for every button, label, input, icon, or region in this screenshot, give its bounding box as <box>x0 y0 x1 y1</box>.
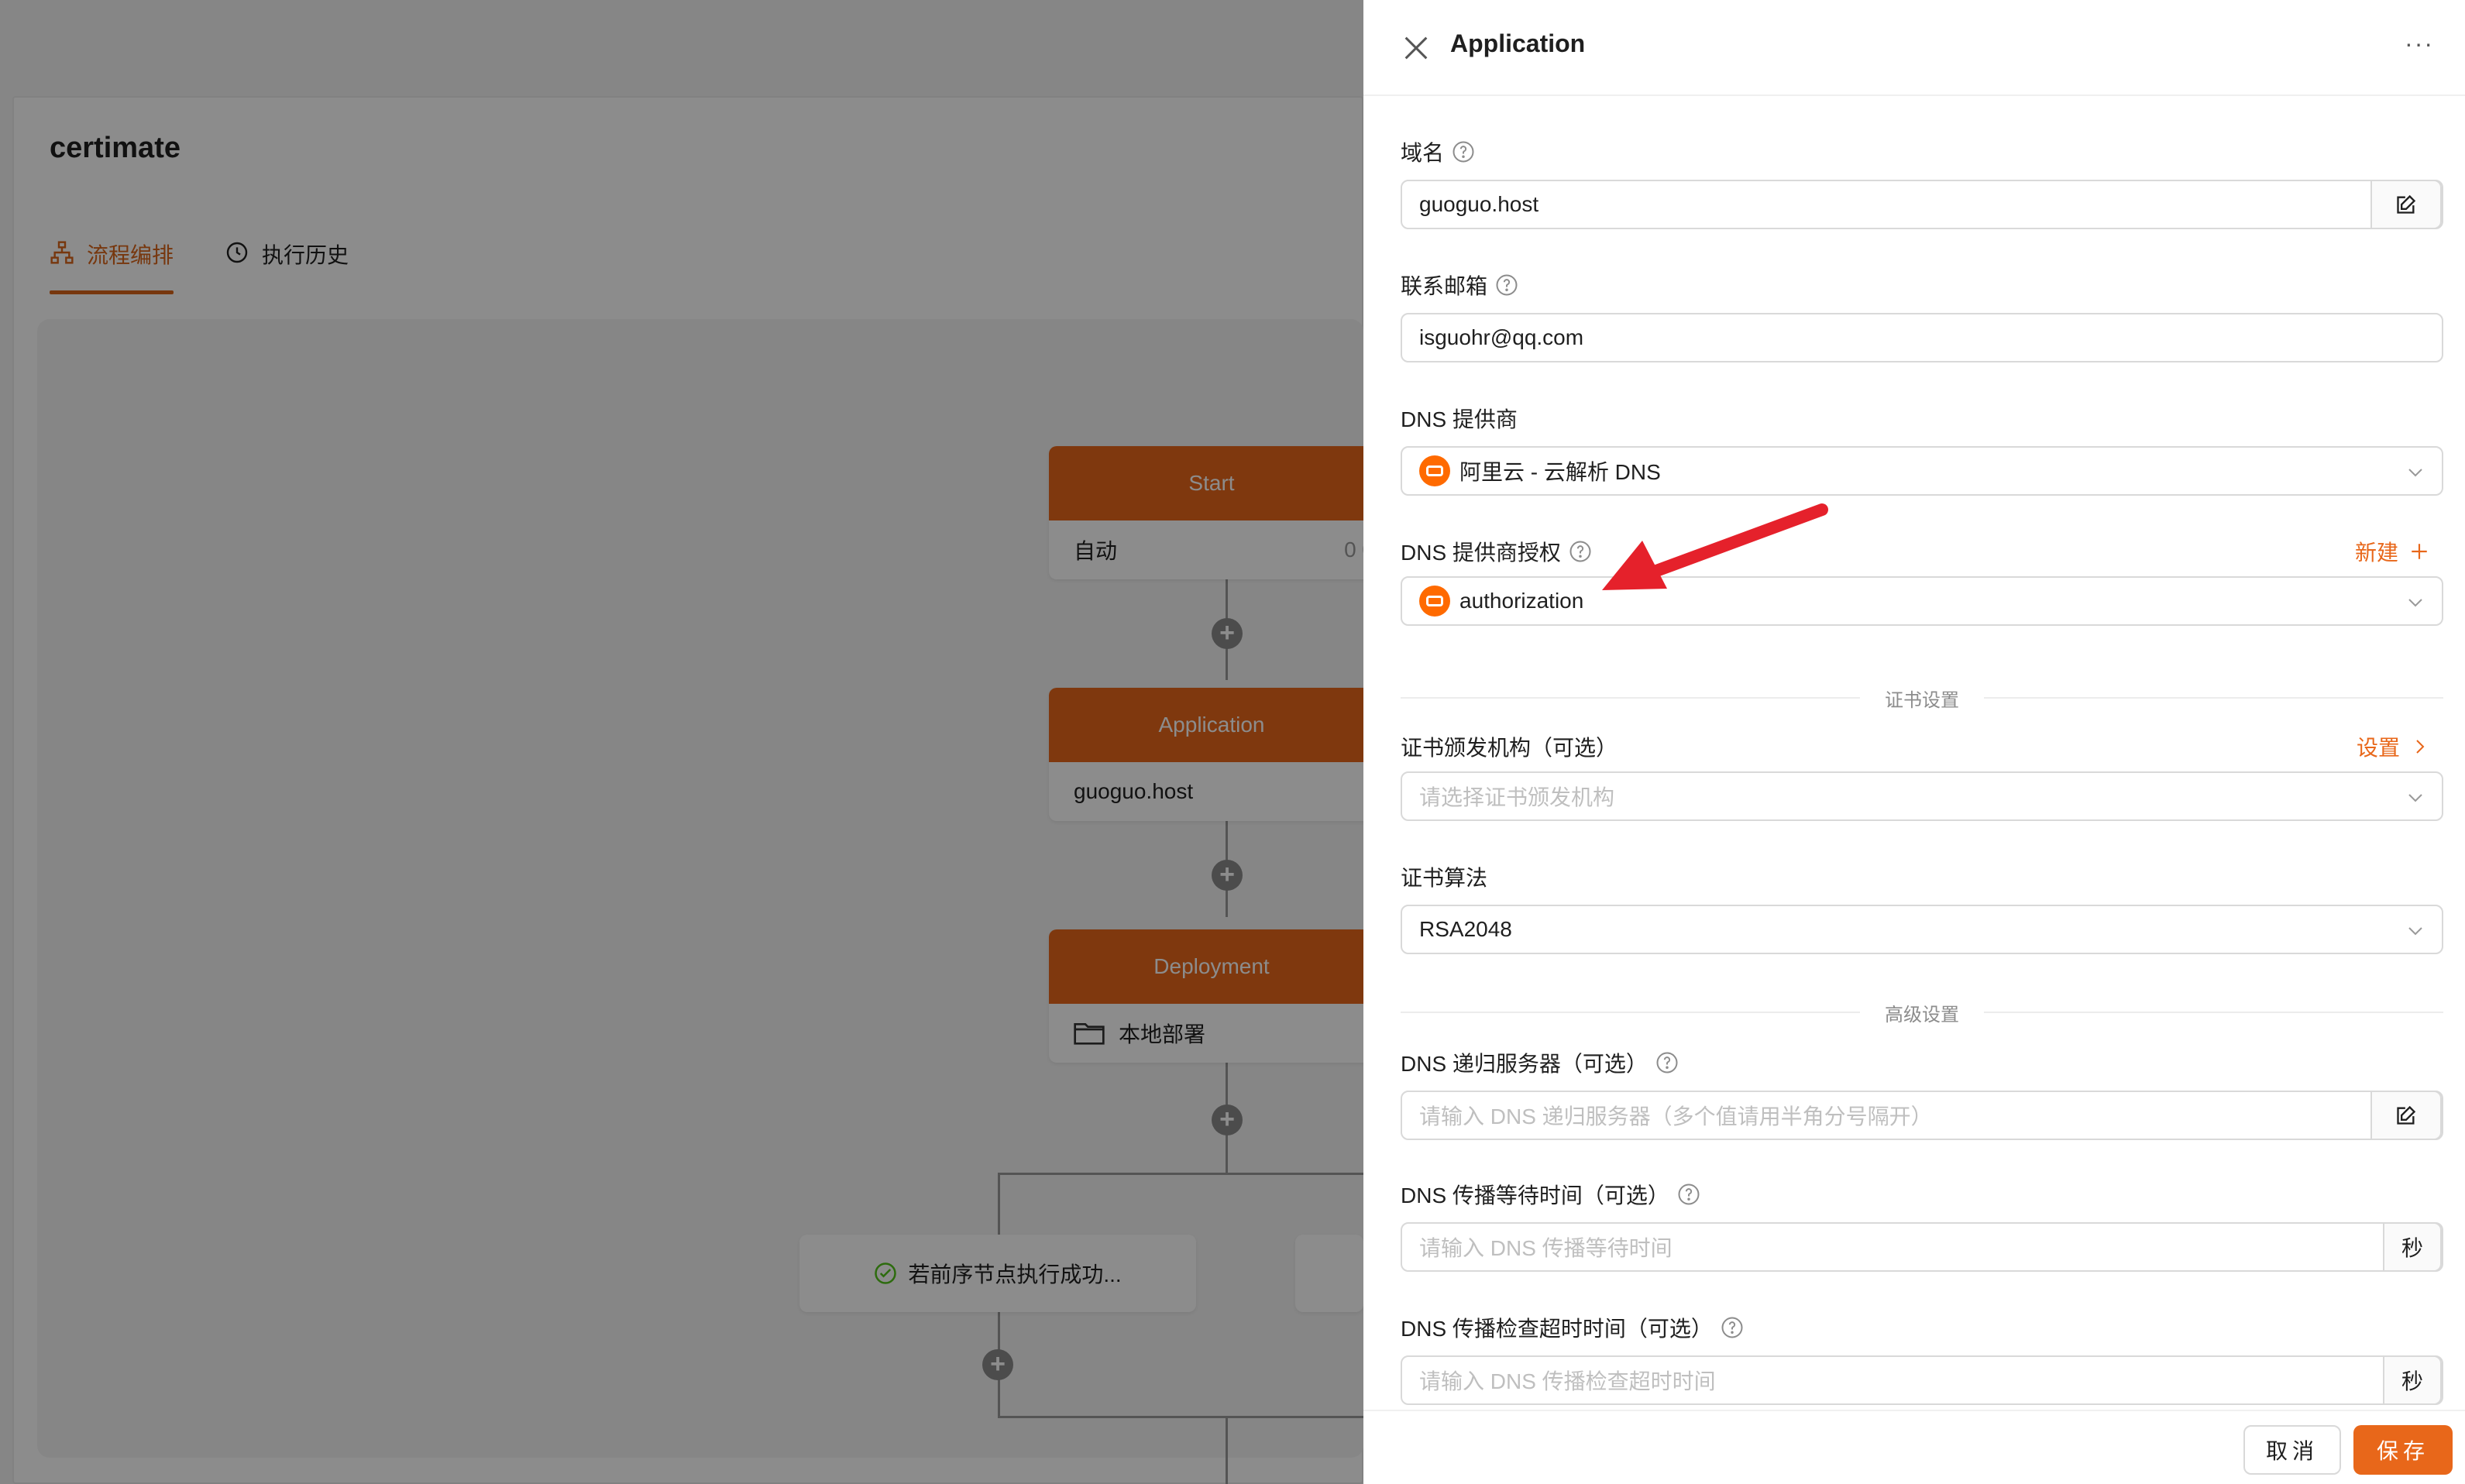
application-drawer: Application ··· 域名 guoguo.host 联系邮箱 isgu… <box>1363 0 2465 1484</box>
edit-icon <box>2397 1105 2416 1125</box>
dns-auth-select[interactable]: authorization <box>1401 576 2443 626</box>
label-text: DNS 传播检查超时时间（可选） <box>1401 1317 1713 1341</box>
help-icon[interactable] <box>1655 1051 1679 1074</box>
help-icon[interactable] <box>1495 273 1518 297</box>
label-text: DNS 递归服务器（可选） <box>1401 1052 1648 1076</box>
annotation-arrow <box>1602 503 1828 590</box>
aliyun-icon <box>1419 455 1450 486</box>
chevron-down-icon <box>2408 927 2422 936</box>
drawer-header: Application ··· <box>1363 0 2465 96</box>
cert-settings-divider: 证书设置 <box>1401 686 2443 711</box>
aliyun-icon <box>1419 586 1450 617</box>
action-label: 设置 <box>2356 736 2400 760</box>
ca-settings-link[interactable]: 设置 <box>2357 731 2429 762</box>
help-icon[interactable] <box>1677 1183 1700 1206</box>
chevron-down-icon <box>2408 469 2422 477</box>
edit-domain-button[interactable] <box>2370 180 2442 229</box>
input-placeholder: 请输入 DNS 传播等待时间 <box>1419 1236 1673 1260</box>
label-text: 域名 <box>1401 141 1445 165</box>
cancel-button[interactable]: 取消 <box>2243 1425 2341 1475</box>
select-placeholder: 请选择证书颁发机构 <box>1419 785 1615 809</box>
ca-label: 证书颁发机构（可选） <box>1401 731 1618 762</box>
edit-dns-recursive-button[interactable] <box>2370 1091 2442 1140</box>
divider-label: 高级设置 <box>1885 1004 1959 1025</box>
label-text: DNS 提供商授权 <box>1401 541 1561 565</box>
input-value: guoguo.host <box>1419 192 1539 216</box>
select-value: 阿里云 - 云解析 DNS <box>1459 460 1661 484</box>
unit-addon: 秒 <box>2383 1355 2442 1405</box>
chevron-right-icon <box>2416 740 2425 754</box>
dns-timeout-input[interactable]: 请输入 DNS 传播检查超时时间 秒 <box>1401 1355 2443 1405</box>
dns-wait-label: DNS 传播等待时间（可选） <box>1401 1179 1700 1210</box>
unit-addon: 秒 <box>2383 1222 2442 1272</box>
algorithm-label: 证书算法 <box>1401 861 1487 892</box>
input-placeholder: 请输入 DNS 传播检查超时时间 <box>1419 1369 1716 1393</box>
help-icon[interactable] <box>1569 540 1592 563</box>
divider-label: 证书设置 <box>1885 689 1959 711</box>
help-icon[interactable] <box>1721 1316 1744 1339</box>
email-input[interactable]: isguohr@qq.com <box>1401 313 2443 362</box>
dns-provider-label: DNS 提供商 <box>1401 403 1518 434</box>
action-label: 新建 <box>2354 541 2398 565</box>
close-icon[interactable] <box>1401 33 1432 64</box>
algorithm-select[interactable]: RSA2048 <box>1401 905 2443 954</box>
dns-wait-input[interactable]: 请输入 DNS 传播等待时间 秒 <box>1401 1222 2443 1272</box>
label-text: DNS 传播等待时间（可选） <box>1401 1183 1669 1207</box>
dns-auth-label: DNS 提供商授权 <box>1401 536 1592 567</box>
label-text: DNS 提供商 <box>1401 407 1518 431</box>
label-text: 证书算法 <box>1401 866 1488 890</box>
edit-icon <box>2397 194 2416 214</box>
chevron-down-icon <box>2408 599 2422 607</box>
ca-select[interactable]: 请选择证书颁发机构 <box>1401 771 2443 821</box>
input-placeholder: 请输入 DNS 递归服务器（多个值请用半角分号隔开） <box>1419 1104 1933 1128</box>
new-auth-button[interactable]: 新建 <box>2355 536 2429 567</box>
modal-overlay[interactable] <box>0 0 1363 1484</box>
help-icon[interactable] <box>1452 140 1475 163</box>
dns-timeout-label: DNS 传播检查超时时间（可选） <box>1401 1312 1744 1343</box>
workflow-page: certimate 流程编排 执行历史 Start 自动 0 0 + Applic… <box>0 0 1374 1484</box>
domain-input[interactable]: guoguo.host <box>1401 180 2443 229</box>
chevron-down-icon <box>2408 794 2422 802</box>
save-button[interactable]: 保存 <box>2353 1425 2453 1475</box>
dns-provider-select[interactable]: 阿里云 - 云解析 DNS <box>1401 446 2443 496</box>
email-label: 联系邮箱 <box>1401 270 1518 301</box>
select-value: authorization <box>1459 589 1584 613</box>
input-value: isguohr@qq.com <box>1419 325 1584 349</box>
plus-icon <box>2412 544 2427 559</box>
select-value: RSA2048 <box>1419 917 1512 941</box>
advanced-settings-divider: 高级设置 <box>1401 1001 2443 1025</box>
drawer-title: Application <box>1450 29 1586 57</box>
more-menu-button[interactable]: ··· <box>2405 29 2434 58</box>
dns-recursive-label: DNS 递归服务器（可选） <box>1401 1047 1679 1078</box>
domain-label: 域名 <box>1401 136 1475 167</box>
dns-recursive-input[interactable]: 请输入 DNS 递归服务器（多个值请用半角分号隔开） <box>1401 1091 2443 1140</box>
drawer-footer: 取消 保存 <box>1363 1410 2465 1484</box>
label-text: 证书颁发机构（可选） <box>1401 736 1618 760</box>
label-text: 联系邮箱 <box>1401 274 1488 298</box>
